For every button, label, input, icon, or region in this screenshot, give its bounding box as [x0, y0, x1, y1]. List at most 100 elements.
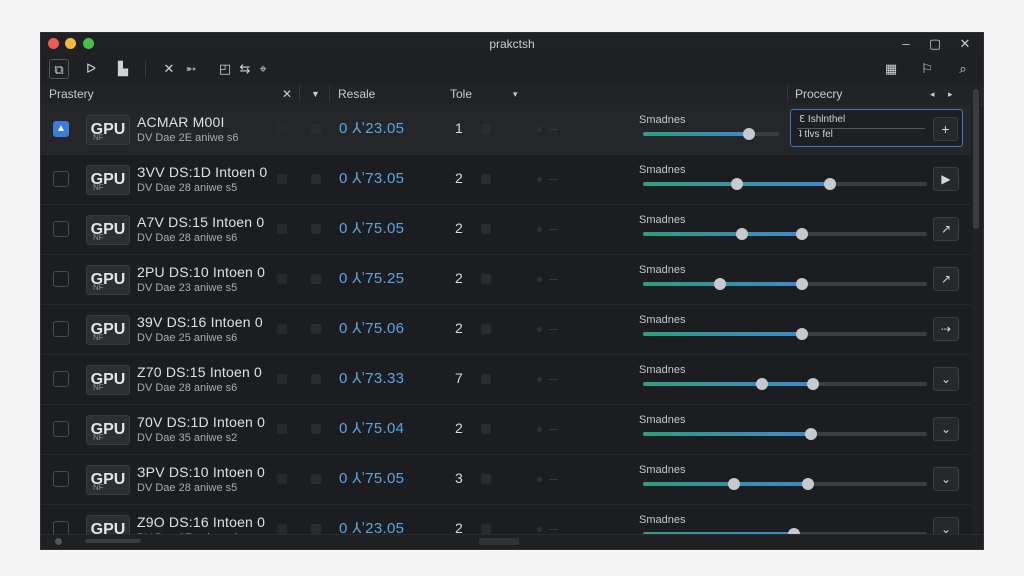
range-slider[interactable] — [643, 428, 927, 440]
slider-knob-max[interactable] — [796, 328, 809, 340]
add-icon[interactable]: + — [933, 117, 958, 141]
row-action-icon[interactable]: ↗ — [933, 267, 959, 291]
property-line-2: ʇ tlvs fel — [799, 129, 833, 140]
row-action-icon[interactable]: ⌄ — [933, 367, 959, 391]
play-icon[interactable]: ᐅ — [81, 59, 101, 79]
slider-knob-min[interactable] — [736, 228, 749, 240]
row-checkbox[interactable] — [53, 221, 69, 237]
flag-icon[interactable]: ⚐ — [917, 59, 937, 79]
range-slider[interactable] — [643, 478, 927, 490]
search-icon[interactable]: ⌕ — [953, 59, 973, 79]
table-row[interactable]: GPU NF 39V DS:16 Intoen 0 DV Dae 25 aniwe s… — [41, 305, 971, 355]
grid-icon[interactable]: ▦ — [881, 59, 901, 79]
row-action-icon[interactable]: ⌄ — [933, 467, 959, 491]
row-checkbox[interactable] — [53, 421, 69, 437]
maximize-icon[interactable]: ▢ — [924, 35, 946, 53]
row-checkbox[interactable]: ▲ — [53, 121, 69, 137]
row-checkbox[interactable] — [53, 471, 69, 487]
range-slider[interactable] — [643, 128, 779, 140]
range-slider[interactable] — [643, 378, 927, 390]
placeholder-cell — [277, 424, 287, 434]
column-prastery[interactable]: Prastery — [49, 87, 94, 101]
gpu-name: ACMAR M00I — [137, 114, 225, 130]
cut-icon[interactable]: ✕ — [159, 59, 179, 79]
row-action-icon[interactable]: ↗ — [933, 217, 959, 241]
column-procecry[interactable]: Procecry — [795, 87, 842, 101]
range-slider[interactable] — [643, 278, 927, 290]
table-row[interactable]: GPU NF 70V DS:1D Intoen 0 DV Dae 35 aniwe s… — [41, 405, 971, 455]
resize-handle[interactable] — [479, 538, 519, 545]
slider-knob-max[interactable] — [796, 278, 809, 290]
row-action-icon[interactable]: ⇢ — [933, 317, 959, 341]
column-close-icon[interactable]: ✕ — [282, 87, 292, 101]
frame-icon[interactable]: ◰ — [215, 59, 235, 79]
column-tole[interactable]: Tole — [450, 87, 472, 101]
table-row[interactable]: GPU NF A7V DS:15 Intoen 0 DV Dae 28 aniwe s… — [41, 205, 971, 255]
table-row[interactable]: ▲ GPU NF ACMAR M00I DV Dae 2E aniwe s6 0 ⅄ʼ23… — [41, 105, 971, 155]
slider-knob-max[interactable] — [804, 428, 817, 440]
status-indicator-icon — [55, 538, 62, 545]
prev-icon[interactable]: ◂ — [930, 89, 935, 100]
status-dot-icon — [537, 327, 542, 332]
gpu-name: ЗPV DS:10 Intoen 0 — [137, 464, 266, 480]
forward-icon[interactable]: ➵ — [181, 59, 201, 79]
horizontal-scroll-thumb[interactable] — [85, 539, 141, 543]
slider-knob-min[interactable] — [756, 378, 769, 390]
slider-knob-max[interactable] — [796, 228, 809, 240]
property-box[interactable]: Ꜫ Ishlnthel ʇ tlvs fel + — [790, 109, 963, 147]
slider-label: Smadnes — [639, 414, 686, 426]
sort-down-icon[interactable]: ▼ — [311, 89, 320, 99]
placeholder-cell — [277, 224, 287, 234]
row-checkbox[interactable] — [53, 171, 69, 187]
row-checkbox[interactable] — [53, 271, 69, 287]
slider-knob-max[interactable] — [824, 178, 837, 190]
row-flag-icon — [311, 274, 321, 284]
column-menu-icon[interactable]: ▾ — [513, 89, 518, 100]
slider-label: Smadnes — [639, 464, 686, 476]
slider-knob-max[interactable] — [801, 478, 814, 490]
gpu-details: DV Dae 28 aniwe s6 — [137, 382, 238, 394]
status-dot-icon — [537, 127, 542, 132]
next-icon[interactable]: ▸ — [948, 89, 953, 100]
slider-knob-min[interactable] — [730, 178, 743, 190]
row-action-icon[interactable]: ▶ — [933, 167, 959, 191]
slider-fill — [643, 432, 811, 436]
gpu-name: ЗVV DS:1D Intoen 0 — [137, 164, 268, 180]
swap-icon[interactable]: ⇆ — [235, 59, 255, 79]
save-icon[interactable]: ▙ — [113, 59, 133, 79]
scroll-thumb[interactable] — [973, 89, 979, 229]
table-row[interactable]: GPU NF ЗVV DS:1D Intoen 0 DV Dae 28 aniwe s… — [41, 155, 971, 205]
resale-price: 0 ⅄ʼ73.05 — [339, 170, 405, 187]
slider-knob-max[interactable] — [807, 378, 820, 390]
placeholder-cell — [277, 174, 287, 184]
slider-knob-min[interactable] — [713, 278, 726, 290]
column-resale[interactable]: Resale — [338, 87, 375, 101]
select-tool-icon[interactable]: ⧉ — [49, 59, 69, 79]
gpu-icon-caption: NF — [93, 433, 104, 442]
row-checkbox[interactable] — [53, 321, 69, 337]
row-flag-icon — [311, 124, 321, 134]
row-action-icon[interactable]: ⌄ — [933, 417, 959, 441]
slider-fill — [643, 232, 803, 236]
vertical-scrollbar[interactable] — [972, 85, 980, 545]
gpu-name: Z70 DS:15 Intoen 0 — [137, 364, 263, 380]
target-icon[interactable]: ⌖ — [253, 59, 273, 79]
table-row[interactable]: GPU NF Z70 DS:15 Intoen 0 DV Dae 28 aniwe s… — [41, 355, 971, 405]
range-slider[interactable] — [643, 328, 927, 340]
row-checkbox[interactable] — [53, 371, 69, 387]
title-bar: prakctsh – ▢ ✕ — [41, 33, 983, 56]
slider-knob-max[interactable] — [743, 128, 756, 140]
range-slider[interactable] — [643, 228, 927, 240]
table-row[interactable]: GPU NF ЗPV DS:10 Intoen 0 DV Dae 28 aniwe s… — [41, 455, 971, 505]
resale-price: 0 ⅄ʼ23.05 — [339, 120, 405, 137]
gpu-icon-caption: NF — [93, 383, 104, 392]
minimize-icon[interactable]: – — [895, 35, 917, 53]
range-slider[interactable] — [643, 178, 927, 190]
tole-marker-icon — [481, 524, 491, 534]
close-icon[interactable]: ✕ — [954, 35, 976, 53]
status-dash — [549, 229, 558, 230]
slider-knob-min[interactable] — [727, 478, 740, 490]
row-flag-icon — [311, 174, 321, 184]
slider-label: Smadnes — [639, 264, 686, 276]
table-row[interactable]: GPU NF 2PU DS:10 Intoen 0 DV Dae 23 aniwe s… — [41, 255, 971, 305]
